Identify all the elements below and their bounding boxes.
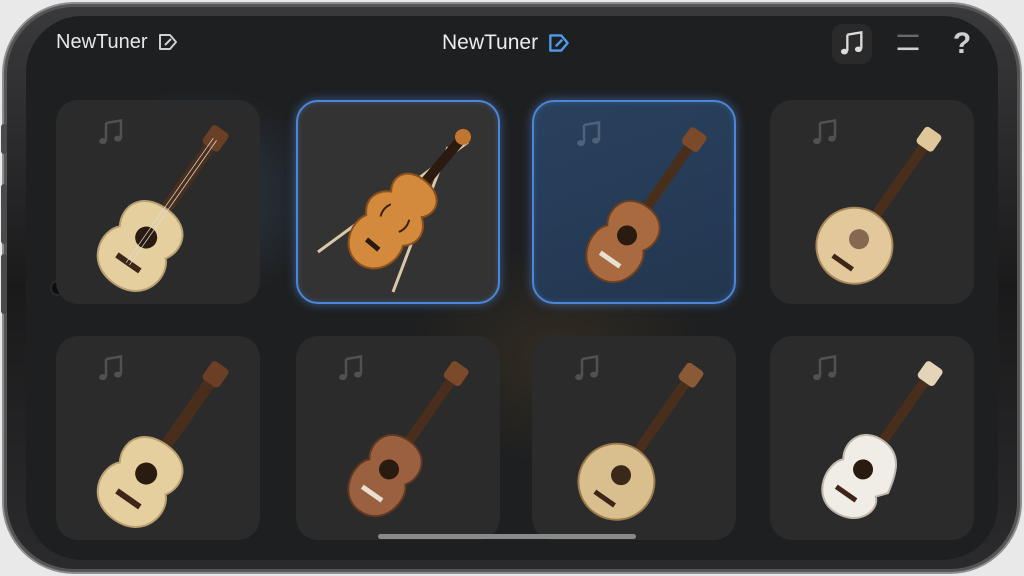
instrument-tile-acoustic-guitar[interactable]	[56, 100, 260, 304]
ukulele-icon	[347, 361, 469, 518]
instrument-tile-ukulele[interactable]	[532, 100, 736, 304]
banjo-ukulele-icon	[577, 362, 704, 521]
top-bar: NewTuner NewTuner ?	[26, 16, 998, 72]
instrument-tile-electric-ukulele[interactable]	[770, 336, 974, 540]
edit-tag-icon	[549, 34, 569, 52]
app-brand-center[interactable]: NewTuner	[442, 30, 572, 56]
phone-frame: NewTuner NewTuner ?	[1, 4, 1020, 572]
instrument-tile-ukulele-2[interactable]	[296, 336, 500, 540]
acoustic-guitar-icon	[96, 361, 229, 528]
volume-up-button	[1, 184, 7, 244]
banjo-ukulele-icon	[815, 126, 942, 285]
instrument-tile-banjo-ukulele-2[interactable]	[532, 336, 736, 540]
app-title: NewTuner	[56, 30, 148, 53]
instrument-tile-violin[interactable]	[296, 100, 500, 304]
electric-ukulele-icon	[821, 361, 943, 519]
help-button[interactable]: ?	[942, 24, 982, 64]
volume-down-button	[1, 254, 7, 314]
violin-icon	[317, 128, 471, 293]
ukulele-icon	[585, 127, 707, 284]
app-brand-left[interactable]: NewTuner	[56, 30, 180, 54]
mute-switch	[1, 124, 7, 154]
instrument-tile-banjo-ukulele[interactable]	[770, 100, 974, 304]
help-icon: ?	[952, 27, 972, 60]
home-indicator[interactable]	[378, 534, 636, 539]
music-note-icon	[840, 30, 863, 55]
edit-tag-icon	[158, 34, 177, 50]
app-title-center: NewTuner	[442, 31, 539, 54]
menu-button[interactable]	[888, 24, 928, 64]
music-button[interactable]	[832, 24, 872, 64]
acoustic-guitar-icon	[96, 125, 229, 292]
instrument-tile-acoustic-guitar-2[interactable]	[56, 336, 260, 540]
app-screen: NewTuner NewTuner ?	[26, 16, 998, 560]
menu-icon	[897, 34, 919, 51]
